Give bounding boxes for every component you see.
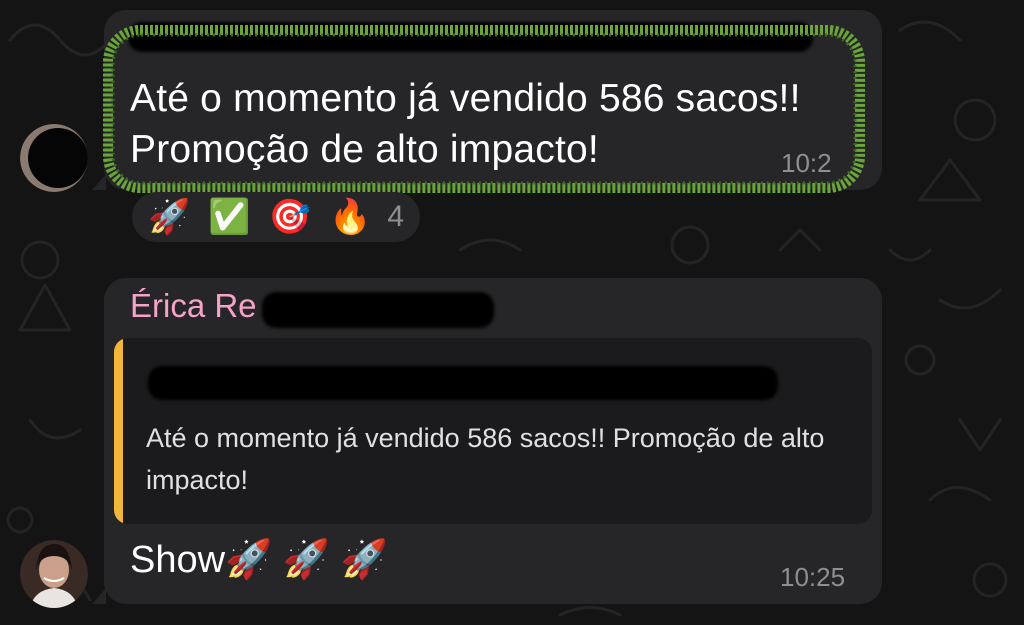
quoted-message[interactable]: Até o momento já vendido 586 sacos!! Pro…: [114, 338, 872, 524]
target-icon[interactable]: 🎯: [269, 197, 311, 237]
bubble-tail: [92, 588, 106, 604]
rocket-icon[interactable]: 🚀: [148, 197, 190, 237]
fire-icon[interactable]: 🔥: [329, 197, 371, 237]
quote-accent-bar: [114, 338, 123, 524]
highlight-outline: [103, 25, 865, 193]
reaction-count: 4: [387, 200, 405, 233]
redacted-sender-surname: [262, 292, 494, 328]
redacted-avatar-icon: [20, 124, 88, 192]
redacted-quoted-sender: [148, 366, 778, 400]
sender-name[interactable]: Érica Re: [130, 287, 257, 325]
message-timestamp: 10:25: [780, 562, 846, 592]
message-text: Show🚀 🚀 🚀: [130, 539, 389, 581]
quoted-text: Até o momento já vendido 586 sacos!! Pro…: [146, 423, 825, 495]
avatar[interactable]: [20, 124, 88, 192]
check-mark-icon[interactable]: ✅: [208, 197, 250, 237]
avatar[interactable]: [20, 540, 88, 608]
reactions-bar[interactable]: 🚀 ✅ 🎯 🔥 4: [132, 192, 420, 242]
user-photo-avatar-icon: [20, 540, 88, 608]
